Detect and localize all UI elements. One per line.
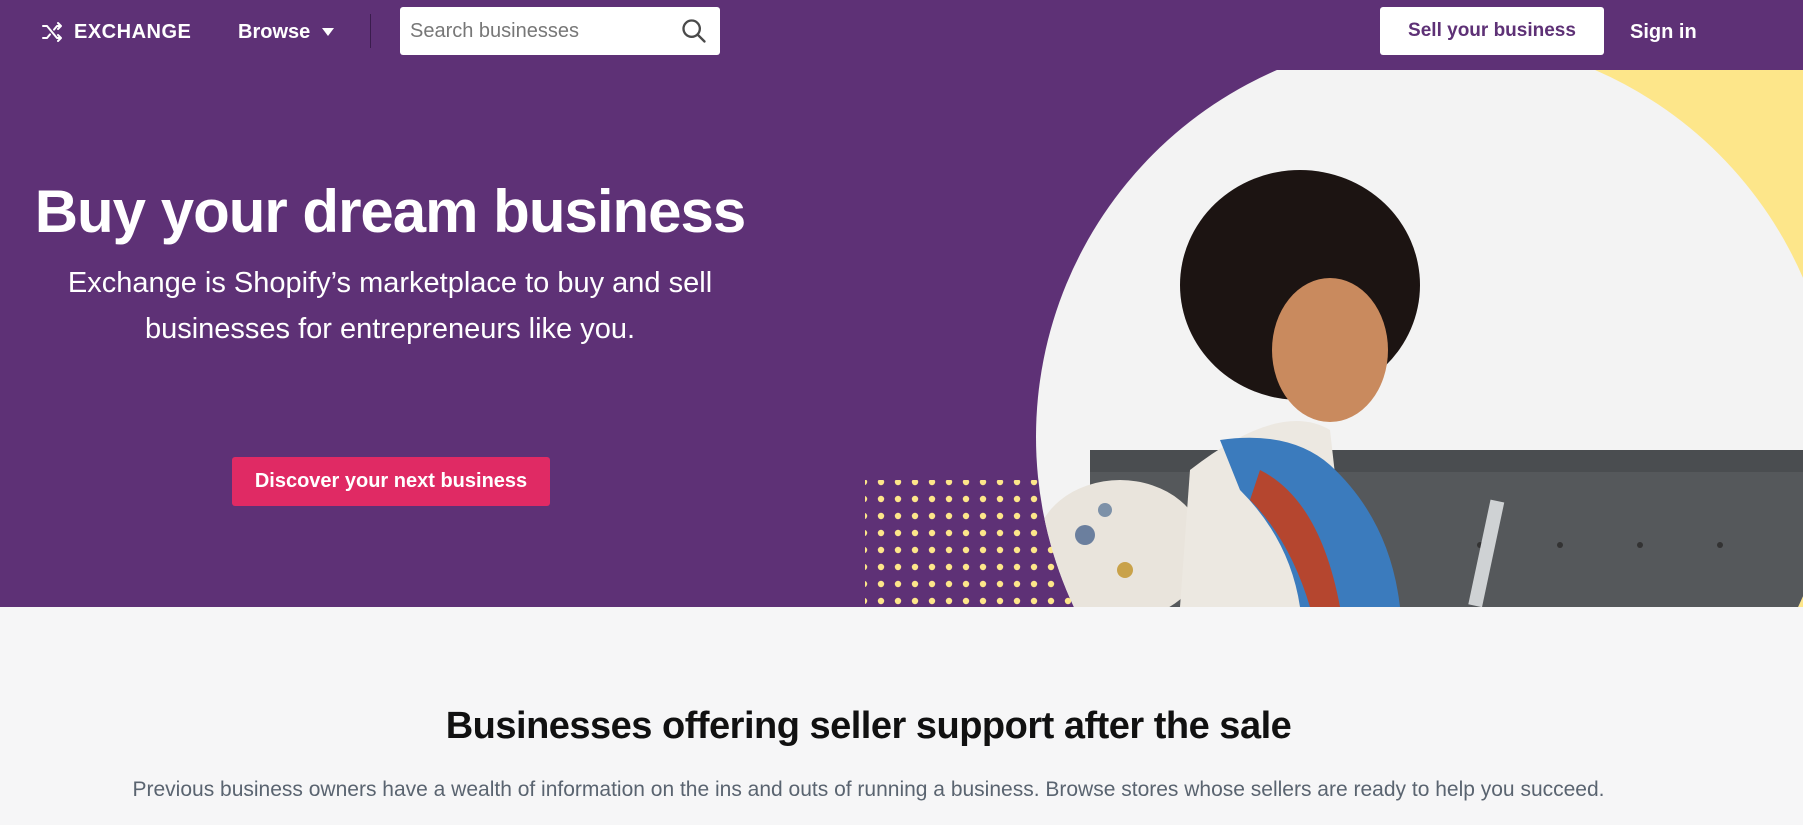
hero-banner: EXCHANGE Browse Sell your business Sign … [0, 0, 1803, 607]
hero-illustration [865, 70, 1803, 607]
sell-your-business-button[interactable]: Sell your business [1380, 7, 1604, 55]
browse-menu[interactable]: Browse [238, 18, 335, 46]
nav-divider [370, 14, 371, 48]
browse-label: Browse [238, 20, 311, 43]
search-bar [400, 7, 720, 55]
search-icon[interactable] [680, 17, 708, 45]
caret-down-icon [322, 28, 335, 36]
hero-subtitle: Exchange is Shopify’s marketplace to buy… [0, 260, 780, 352]
section-title: Businesses offering seller support after… [445, 705, 1292, 747]
exchange-logo[interactable]: EXCHANGE [40, 18, 191, 46]
discover-next-business-button[interactable]: Discover your next business [232, 457, 550, 506]
section-description: Previous business owners have a wealth o… [132, 778, 1605, 801]
search-input[interactable] [400, 9, 680, 53]
hero-text: Buy your dream business Exchange is Shop… [0, 170, 780, 352]
logo-text: EXCHANGE [74, 20, 192, 43]
hero-subtitle-line-2: businesses for entrepreneurs like you. [144, 313, 636, 345]
shuffle-icon [42, 22, 62, 42]
sign-in-link[interactable]: Sign in [1630, 18, 1697, 46]
hero-subtitle-line-1: Exchange is Shopify’s marketplace to buy… [67, 267, 713, 299]
hero-title: Buy your dream business [34, 178, 747, 245]
